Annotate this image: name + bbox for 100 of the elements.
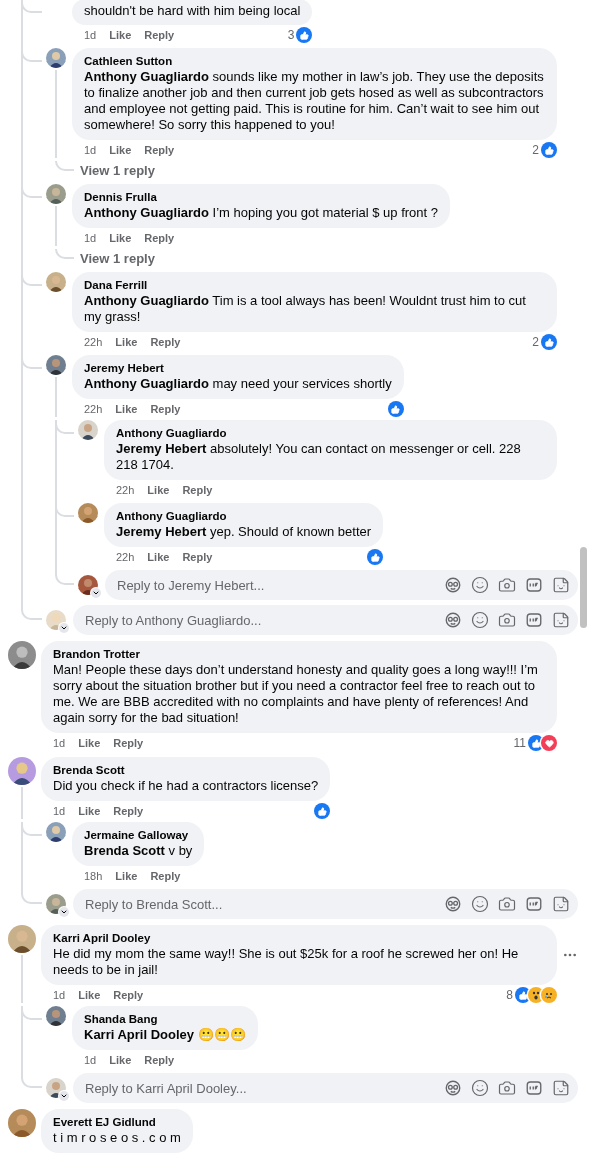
reply-link[interactable]: Reply [144,144,175,156]
like-link[interactable]: Like [147,484,170,496]
like-link[interactable]: Like [109,1054,132,1066]
sticker-icon[interactable] [552,576,570,594]
commenter-name[interactable]: Everett EJ Gidlund [53,1115,181,1130]
comment-time[interactable]: 1d [53,737,66,749]
comment-time[interactable]: 1d [84,1054,97,1066]
gif-icon[interactable] [525,611,543,629]
like-link[interactable]: Like [109,232,132,244]
camera-icon[interactable] [498,576,516,594]
emoji-icon[interactable] [471,895,489,913]
comment-text: shouldn't be hard with him being local [84,3,301,19]
chevron-down-icon[interactable] [59,1091,69,1101]
reply-field[interactable]: Reply to Karri April Dooley... [73,1073,578,1103]
sticker-icon[interactable] [552,1079,570,1097]
thread-line [55,377,57,417]
chevron-down-icon[interactable] [59,623,69,633]
reaction-count[interactable]: 8 [506,988,513,1002]
comment-time[interactable]: 1d [53,989,66,1001]
commenter-name[interactable]: Anthony Guagliardo [116,426,545,441]
thread-line [21,955,23,1003]
gif-icon[interactable] [525,576,543,594]
thread-connector [21,1073,42,1088]
comment-time[interactable]: 22h [116,551,135,563]
thread-connector [21,889,42,904]
reaction-count[interactable]: 3 [287,28,295,42]
reply-input[interactable]: Reply to Brenda Scott... [83,895,435,913]
scrollbar-thumb[interactable] [580,547,587,628]
like-link[interactable]: Like [78,805,101,817]
comment-text: Did you check if he had a contractors license? [53,778,319,794]
reply-field[interactable]: Reply to Jeremy Hebert... [105,570,578,600]
reply-link[interactable]: Reply [150,336,181,348]
like-link[interactable]: Like [147,551,170,563]
comment-time[interactable]: 1d [53,805,66,817]
thread-connector [55,570,74,585]
view-replies-link[interactable]: View 1 reply [80,251,155,266]
emoji-icon[interactable] [471,611,489,629]
reaction-count[interactable]: 2 [532,335,539,349]
like-link[interactable]: Like [78,989,101,1001]
reply-field[interactable]: Reply to Brenda Scott... [73,889,578,919]
comment-time[interactable]: 1d [84,29,97,41]
comment-time[interactable]: 18h [84,870,103,882]
like-link[interactable]: Like [109,29,132,41]
comment-time[interactable]: 22h [116,484,135,496]
reply-link[interactable]: Reply [182,551,213,563]
avatar-sticker-icon[interactable] [444,895,462,913]
like-link[interactable]: Like [109,144,132,156]
reply-link[interactable]: Reply [144,232,175,244]
reply-link[interactable]: Reply [144,29,175,41]
reply-input[interactable]: Reply to Jeremy Hebert... [115,576,435,594]
camera-icon[interactable] [498,895,516,913]
reply-link[interactable]: Reply [182,484,213,496]
camera-icon[interactable] [498,611,516,629]
commenter-name[interactable]: Jermaine Galloway [84,828,193,843]
view-replies-link[interactable]: View 1 reply [80,163,155,178]
commenter-name[interactable]: Brenda Scott [53,763,319,778]
camera-icon[interactable] [498,1079,516,1097]
commenter-name[interactable]: Cathleen Sutton [84,54,545,69]
reply-link[interactable]: Reply [144,1054,175,1066]
commenter-name[interactable]: Karri April Dooley [53,931,545,946]
avatar-sticker-icon[interactable] [444,611,462,629]
commenter-name[interactable]: Dana Ferrill [84,278,545,293]
comment-text: Karri April Dooley 😬😬😬 [84,1027,246,1043]
reaction-count[interactable]: 11 [513,736,526,750]
reply-input[interactable]: Reply to Anthony Guagliardo... [83,611,435,629]
comment-time[interactable]: 22h [84,403,103,415]
reply-link[interactable]: Reply [150,870,181,882]
gif-icon[interactable] [525,895,543,913]
like-link[interactable]: Like [115,336,138,348]
commenter-name[interactable]: Dennis Frulla [84,190,439,205]
comment-text: Jeremy Hebert absolutely! You can contact on messenger or cell. 228 218 1704. [116,441,522,473]
reply-link[interactable]: Reply [113,989,144,1001]
like-link[interactable]: Like [115,870,138,882]
emoji-icon[interactable] [471,576,489,594]
commenter-name[interactable]: Anthony Guagliardo [116,509,372,524]
reaction-count[interactable]: 2 [532,143,539,157]
avatar-sticker-icon[interactable] [444,1079,462,1097]
comment-time[interactable]: 1d [84,144,97,156]
like-link[interactable]: Like [78,737,101,749]
comment-text: Anthony Guagliardo Tim is a tool always has been! Wouldnt trust him to cut my grass! [84,293,527,325]
gif-icon[interactable] [525,1079,543,1097]
avatar-sticker-icon[interactable] [444,576,462,594]
like-link[interactable]: Like [115,403,138,415]
thread-connector [55,161,74,171]
reply-field[interactable]: Reply to Anthony Guagliardo... [73,605,578,635]
reply-link[interactable]: Reply [150,403,181,415]
comment-time[interactable]: 1d [84,232,97,244]
commenter-name[interactable]: Shanda Bang [84,1012,246,1027]
commenter-name[interactable]: Jeremy Hebert [84,361,392,376]
comment-time[interactable]: 22h [84,336,103,348]
chevron-down-icon[interactable] [91,588,101,598]
commenter-name[interactable]: Brandon Trotter [53,647,545,662]
chevron-down-icon[interactable] [59,907,69,917]
reply-link[interactable]: Reply [113,737,144,749]
reply-input[interactable]: Reply to Karri April Dooley... [83,1079,435,1097]
thread-line [21,787,23,819]
reply-link[interactable]: Reply [113,805,144,817]
sticker-icon[interactable] [552,611,570,629]
emoji-icon[interactable] [471,1079,489,1097]
sticker-icon[interactable] [552,895,570,913]
